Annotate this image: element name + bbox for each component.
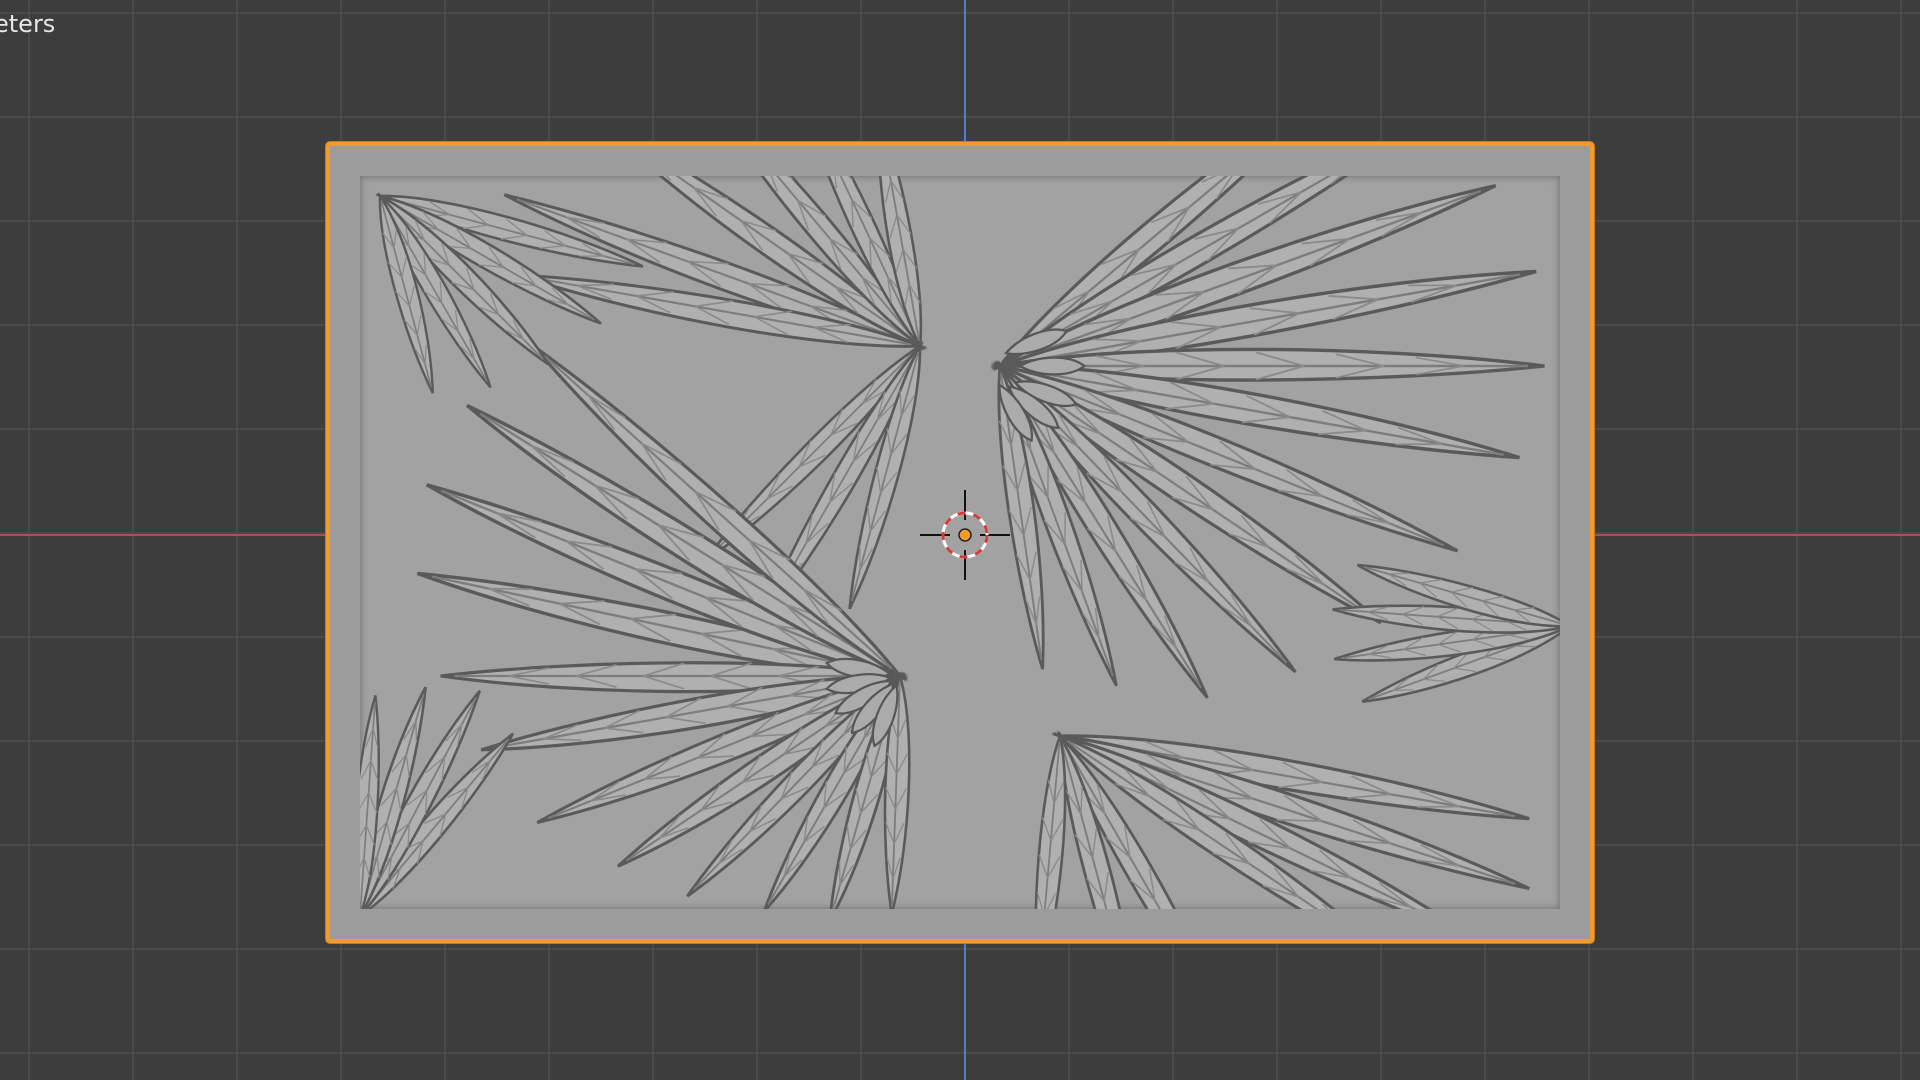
3d-cursor-icon[interactable] bbox=[920, 490, 1010, 580]
units-label: eters bbox=[0, 10, 56, 38]
origin-dot-icon bbox=[958, 528, 972, 542]
3d-viewport[interactable]: eters bbox=[0, 0, 1920, 1080]
